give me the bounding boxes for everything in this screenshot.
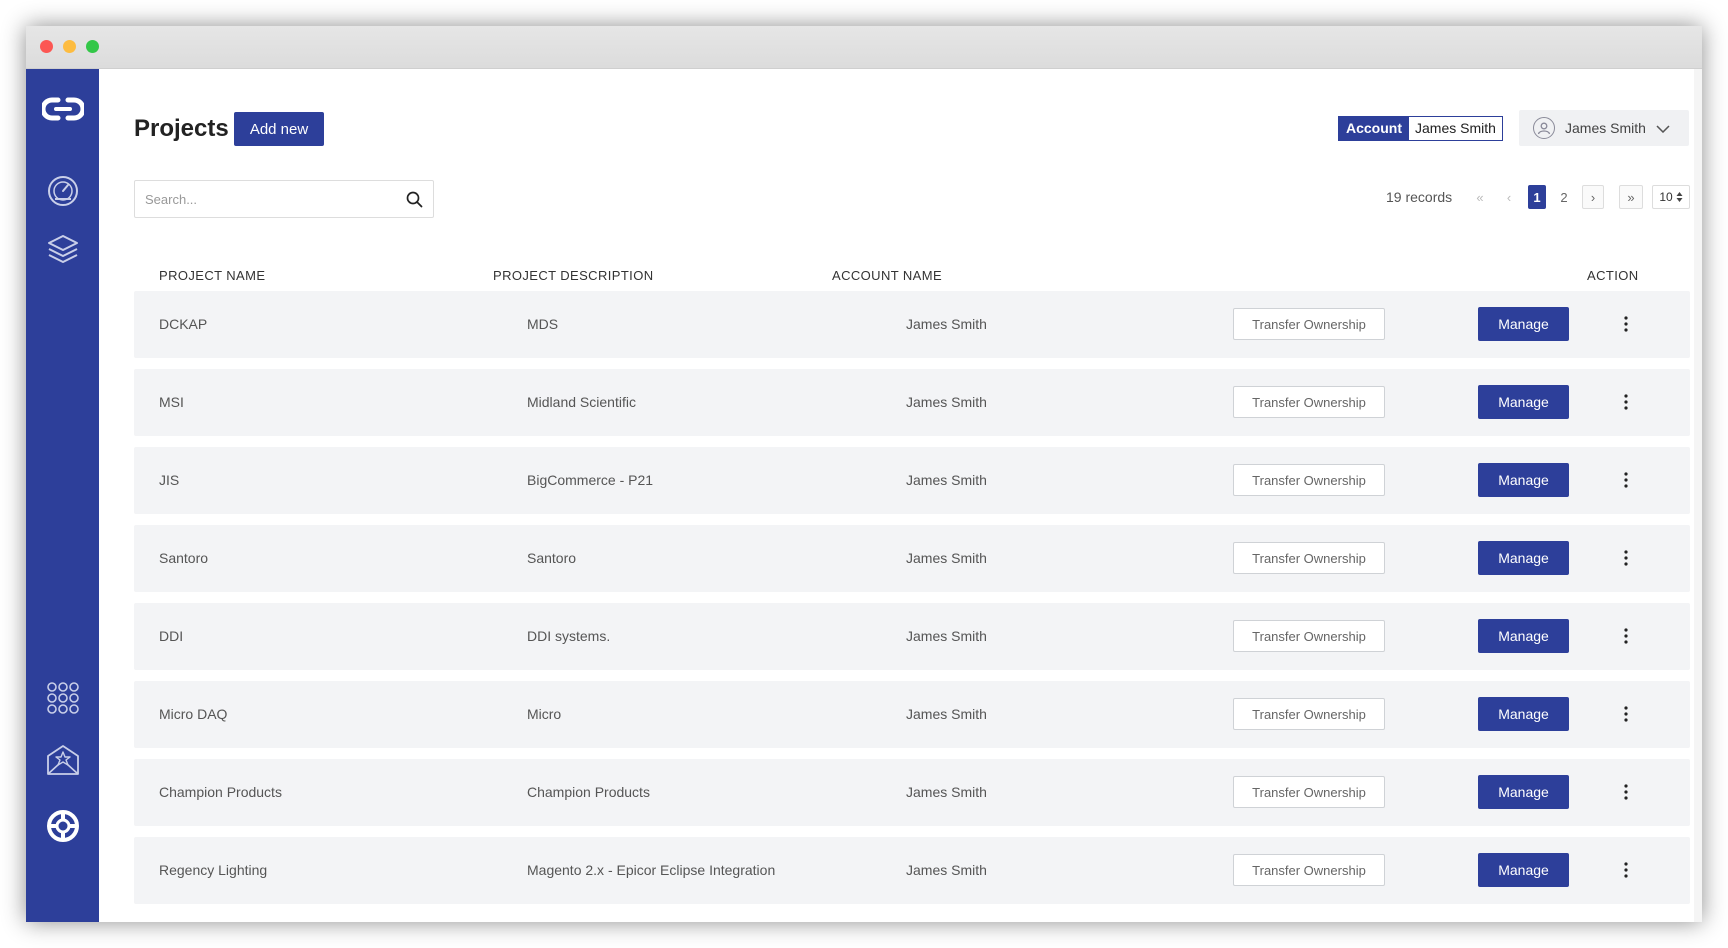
manage-button[interactable]: Manage (1478, 307, 1569, 341)
transfer-ownership-button[interactable]: Transfer Ownership (1233, 386, 1385, 418)
transfer-ownership-button[interactable]: Transfer Ownership (1233, 776, 1385, 808)
project-name-cell: MSI (159, 394, 184, 410)
account-name-cell: James Smith (906, 862, 987, 878)
account-name-cell: James Smith (906, 550, 987, 566)
more-options-icon[interactable] (1618, 703, 1634, 725)
next-page-button[interactable]: › (1582, 185, 1604, 209)
account-name-cell: James Smith (906, 706, 987, 722)
main-content: Projects Add new Account James Smith Jam… (99, 69, 1702, 922)
table-row: DDI DDI systems. James Smith Transfer Ow… (134, 603, 1690, 670)
per-page-value: 10 (1659, 190, 1673, 204)
account-tag: Account James Smith (1338, 116, 1503, 141)
dashboard-icon[interactable] (26, 174, 99, 208)
table-row: JIS BigCommerce - P21 James Smith Transf… (134, 447, 1690, 514)
user-avatar-icon (1533, 117, 1555, 139)
table-row: Champion Products Champion Products Jame… (134, 759, 1690, 826)
transfer-ownership-button[interactable]: Transfer Ownership (1233, 854, 1385, 886)
project-description-cell: DDI systems. (527, 628, 611, 644)
project-name-cell: DCKAP (159, 316, 208, 332)
chevron-down-icon (1656, 120, 1670, 136)
add-new-button[interactable]: Add new (234, 112, 324, 146)
more-options-icon[interactable] (1618, 781, 1634, 803)
search-input[interactable] (135, 181, 385, 217)
account-tag-label: Account (1339, 117, 1409, 140)
sidebar (26, 69, 99, 922)
column-header-project-name: PROJECT NAME (159, 268, 266, 283)
project-name-cell: Regency Lighting (159, 862, 268, 878)
account-name-cell: James Smith (906, 784, 987, 800)
transfer-ownership-button[interactable]: Transfer Ownership (1233, 698, 1385, 730)
page-1-button[interactable]: 1 (1528, 185, 1546, 209)
manage-button[interactable]: Manage (1478, 619, 1569, 653)
more-options-icon[interactable] (1618, 313, 1634, 335)
layers-icon[interactable] (26, 232, 99, 266)
project-description-cell: Magento 2.x - Epicor Eclipse Integration (527, 862, 776, 878)
project-description-cell: Midland Scientific (527, 394, 636, 410)
per-page-select[interactable]: 10 (1652, 185, 1690, 209)
account-name-cell: James Smith (906, 472, 987, 488)
updown-arrows-icon (1676, 192, 1683, 202)
manage-button[interactable]: Manage (1478, 541, 1569, 575)
logo-icon[interactable] (26, 96, 99, 122)
table-row: Regency Lighting Magento 2.x - Epicor Ec… (134, 837, 1690, 904)
transfer-ownership-button[interactable]: Transfer Ownership (1233, 308, 1385, 340)
mail-star-icon[interactable] (26, 744, 99, 776)
project-description-cell: Champion Products (527, 784, 650, 800)
manage-button[interactable]: Manage (1478, 697, 1569, 731)
scrollbar[interactable] (1694, 69, 1702, 922)
account-name-cell: James Smith (906, 394, 987, 410)
project-name-cell: JIS (159, 472, 180, 488)
prev-page-button[interactable]: ‹ (1499, 185, 1519, 209)
more-options-icon[interactable] (1618, 469, 1634, 491)
more-options-icon[interactable] (1618, 391, 1634, 413)
project-name-cell: DDI (159, 628, 184, 644)
project-description-cell: Micro (527, 706, 562, 722)
manage-button[interactable]: Manage (1478, 775, 1569, 809)
table-row: Santoro Santoro James Smith Transfer Own… (134, 525, 1690, 592)
manage-button[interactable]: Manage (1478, 463, 1569, 497)
more-options-icon[interactable] (1618, 625, 1634, 647)
manage-button[interactable]: Manage (1478, 853, 1569, 887)
minimize-window-button[interactable] (63, 40, 76, 53)
more-options-icon[interactable] (1618, 547, 1634, 569)
user-name: James Smith (1565, 120, 1646, 136)
column-header-action: ACTION (1587, 268, 1639, 283)
support-lifebuoy-icon[interactable] (26, 809, 99, 843)
account-name-cell: James Smith (906, 628, 987, 644)
page-2-button[interactable]: 2 (1554, 185, 1574, 209)
project-name-cell: Champion Products (159, 784, 282, 800)
last-page-button[interactable]: » (1619, 185, 1643, 209)
column-header-project-description: PROJECT DESCRIPTION (493, 268, 654, 283)
table-row: DCKAP MDS James Smith Transfer Ownership… (134, 291, 1690, 358)
table-row: Micro DAQ Micro James Smith Transfer Own… (134, 681, 1690, 748)
account-name-cell: James Smith (906, 316, 987, 332)
more-options-icon[interactable] (1618, 859, 1634, 881)
close-window-button[interactable] (40, 40, 53, 53)
table-row: MSI Midland Scientific James Smith Trans… (134, 369, 1690, 436)
transfer-ownership-button[interactable]: Transfer Ownership (1233, 620, 1385, 652)
records-count: 19 records (1386, 189, 1453, 205)
first-page-button[interactable]: « (1469, 185, 1491, 209)
project-description-cell: Santoro (527, 550, 577, 566)
project-description-cell: MDS (527, 316, 559, 332)
apps-grid-icon[interactable] (26, 681, 99, 715)
title-bar (26, 26, 1702, 69)
maximize-window-button[interactable] (86, 40, 99, 53)
search-box (134, 180, 434, 218)
search-icon[interactable] (406, 191, 423, 213)
project-description-cell: BigCommerce - P21 (527, 472, 654, 488)
user-menu[interactable]: James Smith (1519, 110, 1689, 146)
transfer-ownership-button[interactable]: Transfer Ownership (1233, 464, 1385, 496)
project-name-cell: Micro DAQ (159, 706, 228, 722)
page-title: Projects (134, 115, 229, 142)
app-window: Projects Add new Account James Smith Jam… (26, 26, 1702, 922)
account-tag-value: James Smith (1409, 117, 1502, 140)
manage-button[interactable]: Manage (1478, 385, 1569, 419)
transfer-ownership-button[interactable]: Transfer Ownership (1233, 542, 1385, 574)
project-name-cell: Santoro (159, 550, 209, 566)
column-header-account-name: ACCOUNT NAME (832, 268, 943, 283)
